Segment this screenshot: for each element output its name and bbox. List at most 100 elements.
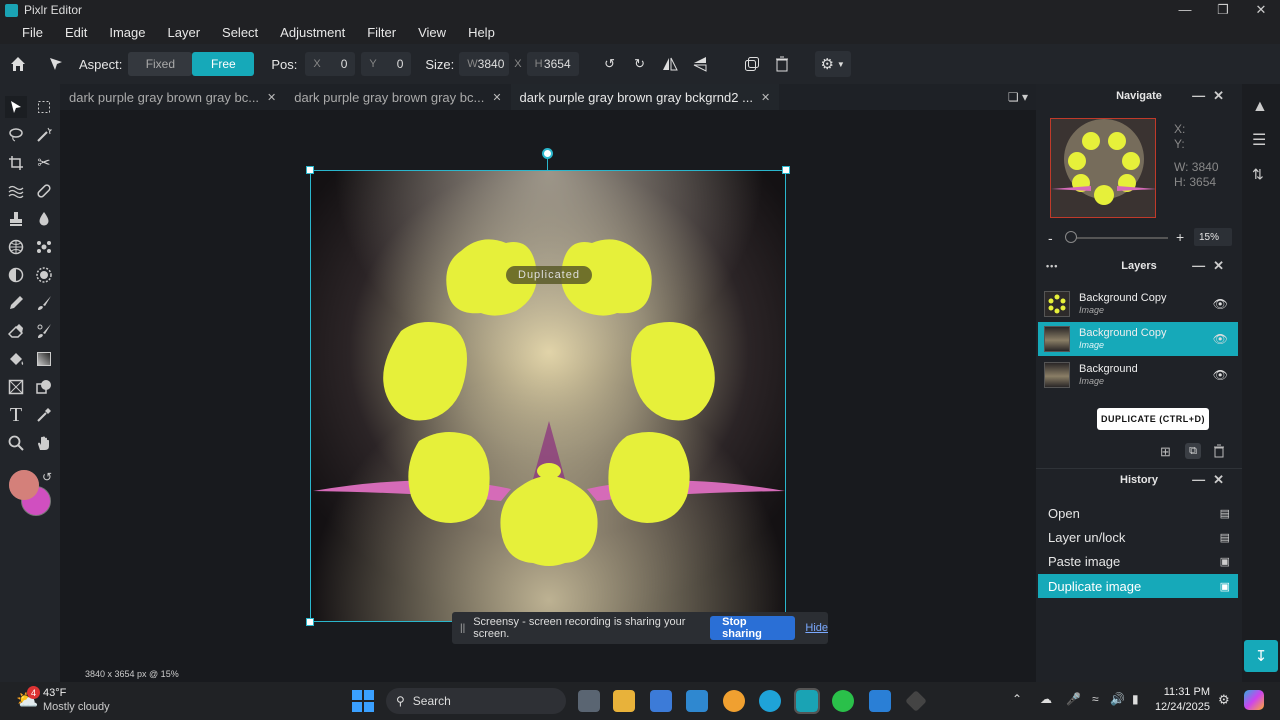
delete-layer-icon[interactable] <box>1213 444 1225 463</box>
layer-item-selected[interactable]: Background Copy Image 👁 <box>1038 322 1238 356</box>
size-w-input[interactable]: W 3840 <box>459 52 510 76</box>
text-tool-icon[interactable]: T <box>5 404 27 426</box>
copilot-icon[interactable] <box>1244 690 1264 710</box>
layers-panel-toggle-icon[interactable]: ☰ <box>1252 130 1266 150</box>
close-tab-icon[interactable]: ✕ <box>492 91 501 104</box>
taskbar-search-box[interactable]: ⚲ Search <box>386 688 566 714</box>
pencil-tool-icon[interactable] <box>5 292 27 314</box>
resize-handle-top-left[interactable] <box>306 166 314 174</box>
duplicate-layer-icon[interactable]: ⧉ <box>1185 443 1201 459</box>
menu-image[interactable]: Image <box>98 25 156 40</box>
navigate-panel-controls[interactable]: —✕ <box>1192 88 1232 104</box>
duplicate-icon[interactable] <box>739 51 765 77</box>
pixlr-taskbar-icon[interactable] <box>794 688 820 714</box>
tab-document-1[interactable]: dark purple gray brown gray bc... ✕ <box>60 84 285 110</box>
resize-handle-bottom-left[interactable] <box>306 618 314 626</box>
tab-document-3[interactable]: dark purple gray brown gray bckgrnd2 ...… <box>510 84 780 110</box>
navigate-panel-toggle-icon[interactable]: ▲ <box>1252 98 1268 116</box>
dodge-burn-tool-icon[interactable] <box>5 264 27 286</box>
marquee-select-tool-icon[interactable] <box>33 96 55 118</box>
pos-y-input[interactable]: Y 0 <box>361 52 412 76</box>
hide-share-bar-link[interactable]: Hide <box>805 622 828 634</box>
aspect-fixed-button[interactable]: Fixed <box>128 52 193 76</box>
heal-bandage-tool-icon[interactable] <box>33 180 55 202</box>
download-save-button[interactable]: ↧ <box>1244 640 1278 672</box>
layers-panel-controls[interactable]: —✕ <box>1192 258 1232 274</box>
menu-layer[interactable]: Layer <box>157 25 212 40</box>
lasso-tool-icon[interactable] <box>5 124 27 146</box>
app-icon-blue[interactable] <box>686 690 708 712</box>
eye-icon[interactable]: 👁 <box>1213 297 1228 311</box>
clone-stamp-tool-icon[interactable] <box>5 208 27 230</box>
close-window-icon[interactable]: ✕ <box>1242 2 1280 18</box>
add-layer-icon[interactable]: ⊞ <box>1160 444 1171 460</box>
history-item[interactable]: Paste image ▣ <box>1038 549 1238 573</box>
file-explorer-icon[interactable] <box>613 690 635 712</box>
close-tab-icon[interactable]: ✕ <box>761 91 770 104</box>
store-icon[interactable] <box>650 690 672 712</box>
task-view-icon[interactable] <box>578 690 600 712</box>
flip-horizontal-icon[interactable] <box>657 51 683 77</box>
magic-wand-tool-icon[interactable] <box>33 124 55 146</box>
menu-filter[interactable]: Filter <box>356 25 407 40</box>
rotate-handle[interactable] <box>542 148 553 159</box>
size-h-input[interactable]: H 3654 <box>526 52 579 76</box>
rotate-right-icon[interactable]: ↻ <box>627 51 653 77</box>
history-item[interactable]: Layer un/lock ▤ <box>1038 525 1238 549</box>
resize-handle-top-right[interactable] <box>782 166 790 174</box>
image-canvas[interactable] <box>310 170 786 622</box>
history-item[interactable]: Open ▤ <box>1038 501 1238 525</box>
menu-edit[interactable]: Edit <box>54 25 98 40</box>
pos-x-input[interactable]: X 0 <box>305 52 356 76</box>
sponge-tool-icon[interactable] <box>5 236 27 258</box>
swap-colors-icon[interactable]: ↺ <box>42 470 52 484</box>
menu-view[interactable]: View <box>407 25 457 40</box>
tab-document-2[interactable]: dark purple gray brown gray bc... ✕ <box>285 84 510 110</box>
close-tab-icon[interactable]: ✕ <box>267 91 276 104</box>
wifi-icon[interactable]: ≈ <box>1092 692 1099 706</box>
navigator-thumbnail[interactable] <box>1050 118 1156 218</box>
image-placeholder-tool-icon[interactable] <box>5 376 27 398</box>
zoom-in-button[interactable]: + <box>1176 229 1184 245</box>
minimize-icon[interactable]: — <box>1166 2 1204 18</box>
maximize-icon[interactable]: ❐ <box>1204 2 1242 18</box>
tray-chevron-icon[interactable]: ⌃ <box>1012 692 1022 706</box>
tray-cloud-icon[interactable]: ☁ <box>1040 692 1052 706</box>
layer-item[interactable]: Background Image 👁 <box>1038 358 1238 392</box>
zoom-percent-input[interactable]: 15% <box>1194 228 1232 246</box>
stop-sharing-button[interactable]: Stop sharing <box>710 616 796 640</box>
whatsapp-icon[interactable] <box>832 690 854 712</box>
arrange-select-tool-icon[interactable] <box>5 96 27 118</box>
layers-more-icon[interactable]: ••• <box>1046 261 1058 271</box>
aspect-free-button[interactable]: Free <box>192 52 255 76</box>
pinch-bloat-tool-icon[interactable] <box>33 236 55 258</box>
fill-bucket-tool-icon[interactable] <box>5 348 27 370</box>
battery-icon[interactable]: ▮ <box>1132 692 1139 706</box>
eraser-tool-icon[interactable] <box>5 320 27 342</box>
menu-adjustment[interactable]: Adjustment <box>269 25 356 40</box>
history-panel-controls[interactable]: —✕ <box>1192 472 1232 488</box>
app-icon-diamond[interactable] <box>905 690 927 712</box>
color-replace-brush-icon[interactable] <box>33 320 55 342</box>
pause-icon[interactable]: || <box>460 623 465 634</box>
taskbar-time[interactable]: 11:31 PM <box>1150 686 1210 698</box>
home-icon[interactable] <box>5 51 31 77</box>
notifications-icon[interactable]: ⚙ <box>1218 692 1230 708</box>
crop-tool-icon[interactable] <box>5 152 27 174</box>
primary-color-swatch-front[interactable] <box>9 470 39 500</box>
history-panel-toggle-icon[interactable]: ⇅ <box>1252 166 1264 183</box>
trash-icon[interactable] <box>769 51 795 77</box>
cut-scissors-tool-icon[interactable]: ✂ <box>33 152 55 174</box>
app-icon-orange[interactable] <box>723 690 745 712</box>
rotate-left-icon[interactable]: ↺ <box>597 51 623 77</box>
hand-pan-tool-icon[interactable] <box>33 432 55 454</box>
zoom-slider-knob[interactable] <box>1065 231 1077 243</box>
menu-help[interactable]: Help <box>457 25 506 40</box>
menu-file[interactable]: File <box>0 25 54 40</box>
sharpen-burst-tool-icon[interactable] <box>33 264 55 286</box>
microphone-icon[interactable]: 🎤 <box>1066 692 1081 706</box>
blur-drop-tool-icon[interactable] <box>33 208 55 230</box>
menu-select[interactable]: Select <box>211 25 269 40</box>
volume-icon[interactable]: 🔊 <box>1110 692 1125 706</box>
layer-item[interactable]: Background Copy Image 👁 <box>1038 287 1238 321</box>
